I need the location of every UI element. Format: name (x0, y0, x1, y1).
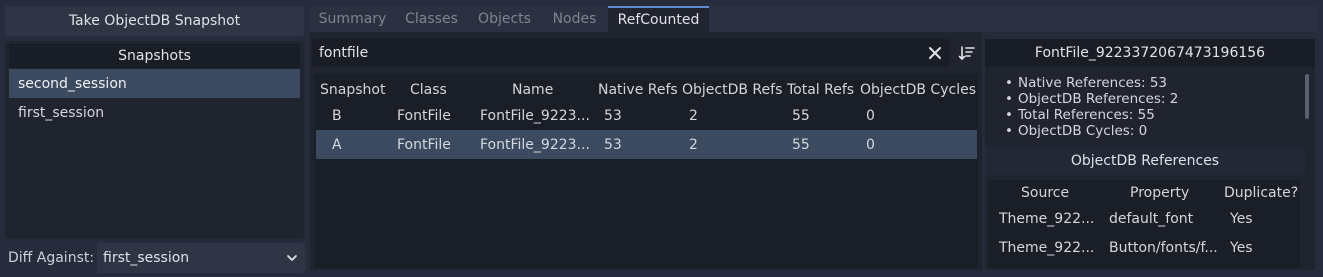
cell-objectdb-refs: 2 (689, 107, 698, 124)
stat-native-references: Native References: 53 (1005, 75, 1167, 91)
cell-total-refs: 55 (792, 136, 810, 153)
stat-label: Native References: 53 (1017, 75, 1168, 91)
tab-objects[interactable]: Objects (468, 6, 541, 32)
tab-nodes[interactable]: Nodes (541, 6, 608, 32)
stat-label: Total References: 55 (1017, 107, 1155, 123)
cell-cycles: 0 (866, 136, 875, 153)
stat-label: ObjectDB Cycles: 0 (1017, 123, 1148, 139)
ref-cell-property: Button/fonts/f... (1109, 239, 1218, 256)
cell-name: FontFile_9223... (480, 136, 590, 153)
search-input-value: fontfile (319, 45, 369, 61)
tab-refcounted[interactable]: RefCounted (608, 6, 709, 32)
take-snapshot-button[interactable]: Take ObjectDB Snapshot (5, 6, 304, 36)
search-input[interactable]: fontfile (312, 39, 950, 67)
stat-label: ObjectDB References: 2 (1017, 91, 1179, 107)
tab-summary[interactable]: Summary (310, 6, 395, 32)
ref-cell-property: default_font (1109, 210, 1194, 227)
sort-icon[interactable] (958, 44, 976, 62)
tab-bar: Summary Classes Objects Nodes RefCounted (310, 6, 1318, 32)
cell-objectdb-refs: 2 (689, 136, 698, 153)
snapshots-panel: Snapshots second_session first_session (5, 41, 304, 239)
cell-name: FontFile_9223... (480, 107, 590, 124)
snapshot-item-label: first_session (18, 104, 105, 121)
stat-objectdb-cycles: ObjectDB Cycles: 0 (1005, 123, 1147, 139)
stat-total-references: Total References: 55 (1005, 107, 1155, 123)
ref-cell-source[interactable]: Theme_922... (999, 204, 1094, 233)
chevron-down-icon (287, 255, 297, 261)
snapshot-item-second-session[interactable]: second_session (9, 69, 300, 98)
cell-cycles: 0 (866, 107, 875, 124)
cell-class: FontFile (397, 107, 451, 124)
objectdb-references-header: ObjectDB References (985, 147, 1305, 175)
detail-title: FontFile_9223372067473196156 (985, 39, 1315, 67)
cell-snapshot: A (332, 136, 342, 153)
scrollbar-thumb[interactable] (1305, 74, 1309, 119)
column-header-duplicate[interactable]: Duplicate? (1224, 181, 1298, 205)
diff-against-value: first_session (103, 250, 190, 266)
column-header-objectdb-cycles[interactable]: ObjectDB Cycles (860, 76, 976, 103)
column-header-source[interactable]: Source (1021, 181, 1069, 205)
cell-total-refs: 55 (792, 107, 810, 124)
column-header-snapshot[interactable]: Snapshot (320, 76, 385, 103)
ref-cell-source[interactable]: Theme_922... (999, 233, 1094, 262)
column-header-property[interactable]: Property (1130, 181, 1189, 205)
cell-class: FontFile (397, 136, 451, 153)
diff-against-select[interactable]: first_session (97, 243, 305, 273)
column-header-total-refs[interactable]: Total Refs (787, 76, 854, 103)
diff-against-label: Diff Against: (8, 250, 95, 266)
snapshots-header: Snapshots (9, 44, 300, 68)
column-header-native-refs[interactable]: Native Refs (598, 76, 678, 103)
cell-snapshot: B (332, 107, 342, 124)
close-icon[interactable] (927, 45, 943, 61)
cell-native-refs: 53 (604, 107, 622, 124)
ref-cell-duplicate: Yes (1230, 210, 1253, 227)
column-header-objectdb-refs[interactable]: ObjectDB Refs (682, 76, 782, 103)
snapshot-item-label: second_session (18, 75, 127, 92)
cell-native-refs: 53 (604, 136, 622, 153)
snapshot-item-first-session[interactable]: first_session (9, 98, 300, 127)
column-header-class[interactable]: Class (410, 76, 447, 103)
ref-cell-duplicate: Yes (1230, 239, 1253, 256)
stat-objectdb-references: ObjectDB References: 2 (1005, 91, 1178, 107)
tab-classes[interactable]: Classes (395, 6, 468, 32)
column-header-name[interactable]: Name (512, 76, 553, 103)
